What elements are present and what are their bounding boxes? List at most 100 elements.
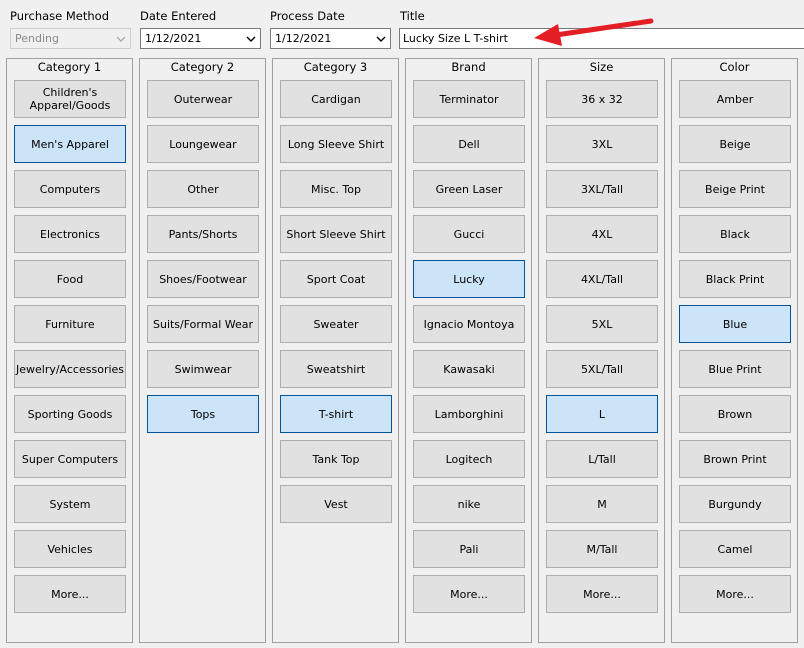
option-button[interactable]: Men's Apparel bbox=[14, 125, 126, 163]
purchase-method-select[interactable]: Pending bbox=[10, 28, 131, 49]
option-button[interactable]: Swimwear bbox=[147, 350, 259, 388]
option-label: 36 x 32 bbox=[581, 92, 623, 106]
chevron-down-icon[interactable] bbox=[242, 29, 260, 48]
option-button[interactable]: Black Print bbox=[679, 260, 791, 298]
option-label: 4XL bbox=[591, 227, 613, 241]
option-label: 4XL/Tall bbox=[580, 272, 624, 286]
option-button[interactable]: 4XL/Tall bbox=[546, 260, 658, 298]
option-button[interactable]: Sport Coat bbox=[280, 260, 392, 298]
option-label: Loungewear bbox=[169, 137, 237, 151]
option-button[interactable]: Loungewear bbox=[147, 125, 259, 163]
option-button[interactable]: Pali bbox=[413, 530, 525, 568]
option-label: 5XL/Tall bbox=[580, 362, 624, 376]
option-button[interactable]: Suits/Formal Wear bbox=[147, 305, 259, 343]
option-button[interactable]: Pants/Shorts bbox=[147, 215, 259, 253]
process-date-picker[interactable]: 1/12/2021 bbox=[270, 28, 391, 49]
option-button[interactable]: Sporting Goods bbox=[14, 395, 126, 433]
option-button[interactable]: T-shirt bbox=[280, 395, 392, 433]
option-label: Long Sleeve Shirt bbox=[287, 137, 385, 151]
option-button[interactable]: Ignacio Montoya bbox=[413, 305, 525, 343]
option-button[interactable]: Super Computers bbox=[14, 440, 126, 478]
option-label: Short Sleeve Shirt bbox=[286, 227, 386, 241]
option-label: Burgundy bbox=[708, 497, 762, 511]
option-button[interactable]: Brown Print bbox=[679, 440, 791, 478]
option-button[interactable]: More... bbox=[546, 575, 658, 613]
column-color: Color Amber Beige Beige Print Black Black Pri… bbox=[671, 58, 798, 643]
option-button[interactable]: Logitech bbox=[413, 440, 525, 478]
option-label: Computers bbox=[39, 182, 101, 196]
option-button[interactable]: Terminator bbox=[413, 80, 525, 118]
option-button[interactable]: 5XL bbox=[546, 305, 658, 343]
option-button[interactable]: Sweater bbox=[280, 305, 392, 343]
option-button[interactable]: Other bbox=[147, 170, 259, 208]
option-button[interactable]: L bbox=[546, 395, 658, 433]
option-label: M bbox=[597, 497, 607, 511]
option-button[interactable]: Long Sleeve Shirt bbox=[280, 125, 392, 163]
option-button[interactable]: Outerwear bbox=[147, 80, 259, 118]
option-button[interactable]: Cardigan bbox=[280, 80, 392, 118]
option-button[interactable]: Misc. Top bbox=[280, 170, 392, 208]
option-button[interactable]: More... bbox=[413, 575, 525, 613]
option-label: Dell bbox=[458, 137, 480, 151]
option-label: Suits/Formal Wear bbox=[152, 317, 254, 331]
option-button[interactable]: Blue Print bbox=[679, 350, 791, 388]
date-entered-value: 1/12/2021 bbox=[145, 32, 202, 45]
option-button[interactable]: nike bbox=[413, 485, 525, 523]
option-button[interactable]: Shoes/Footwear bbox=[147, 260, 259, 298]
option-button[interactable]: Burgundy bbox=[679, 485, 791, 523]
option-button[interactable]: Lamborghini bbox=[413, 395, 525, 433]
option-label: System bbox=[49, 497, 91, 511]
option-button[interactable]: Children's Apparel/Goods bbox=[14, 80, 126, 118]
option-button[interactable]: 3XL/Tall bbox=[546, 170, 658, 208]
option-button[interactable]: More... bbox=[14, 575, 126, 613]
option-button[interactable]: Short Sleeve Shirt bbox=[280, 215, 392, 253]
option-button[interactable]: M/Tall bbox=[546, 530, 658, 568]
option-button[interactable]: Camel bbox=[679, 530, 791, 568]
option-button[interactable]: Green Laser bbox=[413, 170, 525, 208]
option-button[interactable]: Black bbox=[679, 215, 791, 253]
option-button[interactable]: Vehicles bbox=[14, 530, 126, 568]
option-button[interactable]: Tops bbox=[147, 395, 259, 433]
option-label: Pali bbox=[459, 542, 479, 556]
option-button[interactable]: Kawasaki bbox=[413, 350, 525, 388]
option-button[interactable]: Jewelry/Accessories bbox=[14, 350, 126, 388]
date-entered-picker[interactable]: 1/12/2021 bbox=[140, 28, 261, 49]
option-button[interactable]: Amber bbox=[679, 80, 791, 118]
option-button[interactable]: Sweatshirt bbox=[280, 350, 392, 388]
option-label: Sweatshirt bbox=[306, 362, 366, 376]
column-header: Category 1 bbox=[37, 60, 102, 74]
option-label: 5XL bbox=[591, 317, 613, 331]
option-button[interactable]: Blue bbox=[679, 305, 791, 343]
option-label: Logitech bbox=[445, 452, 493, 466]
option-button[interactable]: Lucky bbox=[413, 260, 525, 298]
option-button[interactable]: 36 x 32 bbox=[546, 80, 658, 118]
option-label: Men's Apparel bbox=[31, 137, 109, 151]
option-button[interactable]: Electronics bbox=[14, 215, 126, 253]
option-button[interactable]: Beige bbox=[679, 125, 791, 163]
option-button[interactable]: 3XL bbox=[546, 125, 658, 163]
option-label: Terminator bbox=[439, 92, 499, 106]
option-button[interactable]: Beige Print bbox=[679, 170, 791, 208]
option-button[interactable]: Computers bbox=[14, 170, 126, 208]
option-button[interactable]: L/Tall bbox=[546, 440, 658, 478]
column-header: Category 3 bbox=[303, 60, 368, 74]
option-button[interactable]: 5XL/Tall bbox=[546, 350, 658, 388]
option-button[interactable]: 4XL bbox=[546, 215, 658, 253]
option-button[interactable]: Gucci bbox=[413, 215, 525, 253]
title-input[interactable]: Lucky Size L T-shirt bbox=[399, 28, 804, 49]
option-label: Misc. Top bbox=[311, 182, 361, 196]
option-button[interactable]: Vest bbox=[280, 485, 392, 523]
chevron-down-icon[interactable] bbox=[372, 29, 390, 48]
option-label: L bbox=[598, 407, 606, 421]
option-label: Sport Coat bbox=[306, 272, 366, 286]
option-button[interactable]: More... bbox=[679, 575, 791, 613]
option-button[interactable]: M bbox=[546, 485, 658, 523]
option-button[interactable]: Food bbox=[14, 260, 126, 298]
option-label: Brown Print bbox=[703, 452, 767, 466]
option-button[interactable]: Furniture bbox=[14, 305, 126, 343]
option-button[interactable]: System bbox=[14, 485, 126, 523]
option-button[interactable]: Brown bbox=[679, 395, 791, 433]
option-button[interactable]: Dell bbox=[413, 125, 525, 163]
option-label: Sporting Goods bbox=[27, 407, 113, 421]
option-button[interactable]: Tank Top bbox=[280, 440, 392, 478]
